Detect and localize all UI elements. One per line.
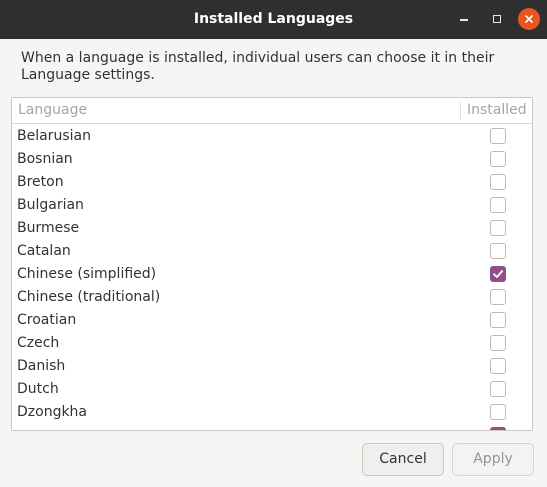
list-item[interactable]: Breton: [12, 171, 532, 194]
installed-checkbox[interactable]: [490, 335, 506, 351]
language-name: Chinese (traditional): [17, 289, 161, 305]
checkmark-icon: [491, 428, 505, 431]
language-name: Chinese (simplified): [17, 266, 157, 282]
installed-checkbox[interactable]: [490, 220, 506, 236]
list-item[interactable]: Belarusian: [12, 125, 532, 148]
installed-checkbox[interactable]: [490, 197, 506, 213]
languages-list[interactable]: Language Installed Belarusian Bosnian Bret…: [11, 97, 533, 431]
language-name: Dzongkha: [17, 404, 88, 420]
close-button[interactable]: [518, 8, 540, 30]
list-item[interactable]: Catalan: [12, 240, 532, 263]
language-name: Catalan: [17, 243, 71, 259]
list-item[interactable]: Danish: [12, 355, 532, 378]
list-item[interactable]: Chinese (simplified): [12, 263, 532, 286]
list-item[interactable]: Chinese (traditional): [12, 286, 532, 309]
minimize-icon: [460, 19, 468, 21]
list-header: Language Installed: [12, 98, 532, 124]
close-icon: [524, 14, 534, 24]
language-name: Danish: [17, 358, 66, 374]
installed-checkbox[interactable]: [490, 151, 506, 167]
list-item[interactable]: Dzongkha: [12, 401, 532, 424]
description-text: When a language is installed, individual…: [21, 50, 495, 83]
maximize-button[interactable]: [486, 8, 508, 30]
column-separator: [460, 101, 461, 120]
maximize-icon: [493, 15, 501, 23]
list-item[interactable]: Bosnian: [12, 148, 532, 171]
language-name: Burmese: [17, 220, 80, 236]
language-name: Czech: [17, 335, 60, 351]
language-name: Bulgarian: [17, 197, 84, 213]
language-name: Dutch: [17, 381, 59, 397]
column-header-installed[interactable]: Installed: [467, 98, 527, 123]
installed-checkbox[interactable]: [490, 312, 506, 328]
list-item[interactable]: Dutch: [12, 378, 532, 401]
installed-languages-dialog: Installed Languages When a language is i…: [0, 0, 547, 487]
list-rows: Belarusian Bosnian Breton Bulgarian Burmese C…: [12, 125, 532, 431]
installed-checkbox[interactable]: [490, 427, 506, 431]
language-name: Croatian: [17, 312, 77, 328]
checkmark-icon: [493, 270, 504, 278]
installed-checkbox[interactable]: [490, 381, 506, 397]
apply-button[interactable]: Apply: [452, 443, 534, 476]
installed-checkbox[interactable]: [490, 243, 506, 259]
minimize-button[interactable]: [453, 8, 475, 30]
list-item[interactable]: Bulgarian: [12, 194, 532, 217]
list-item[interactable]: Croatian: [12, 309, 532, 332]
column-header-language[interactable]: Language: [18, 98, 87, 123]
installed-checkbox[interactable]: [490, 289, 506, 305]
language-name: Belarusian: [17, 128, 91, 144]
installed-checkbox[interactable]: [490, 266, 506, 282]
list-item[interactable]: Burmese: [12, 217, 532, 240]
installed-checkbox[interactable]: [490, 128, 506, 144]
installed-checkbox[interactable]: [490, 358, 506, 374]
installed-checkbox[interactable]: [490, 174, 506, 190]
language-name: Bosnian: [17, 151, 73, 167]
cancel-button[interactable]: Cancel: [362, 443, 444, 476]
list-item[interactable]: [12, 424, 532, 431]
language-name: Breton: [17, 174, 64, 190]
list-item[interactable]: Czech: [12, 332, 532, 355]
installed-checkbox[interactable]: [490, 404, 506, 420]
title-bar[interactable]: Installed Languages: [0, 0, 547, 39]
